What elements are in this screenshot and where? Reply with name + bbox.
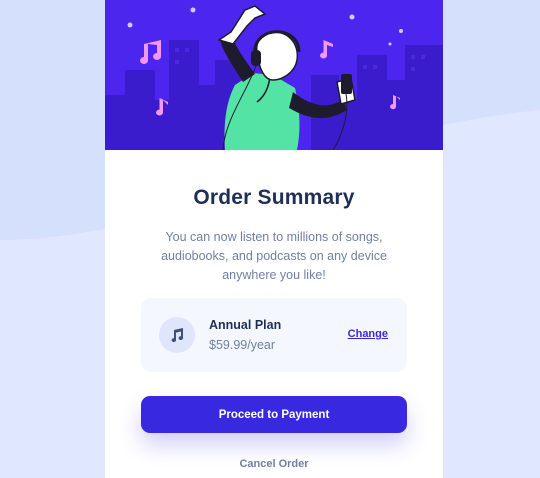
plan-price: $59.99/year <box>209 338 276 352</box>
plan-box: Annual Plan $59.99/year Change <box>141 298 407 372</box>
cancel-order-button[interactable]: Cancel Order <box>105 458 443 470</box>
phone-icon <box>341 74 352 94</box>
page-title: Order Summary <box>193 186 355 209</box>
hero-illustration <box>105 0 443 150</box>
summary-description: You can now listen to millions of songs,… <box>161 230 387 282</box>
proceed-to-payment-button[interactable]: Proceed to Payment <box>141 396 407 433</box>
plan-name: Annual Plan <box>209 318 282 332</box>
music-note-icon <box>159 317 195 353</box>
order-summary-card: Order Summary You can now listen to mill… <box>105 0 443 478</box>
change-plan-link[interactable]: Change <box>348 328 388 340</box>
